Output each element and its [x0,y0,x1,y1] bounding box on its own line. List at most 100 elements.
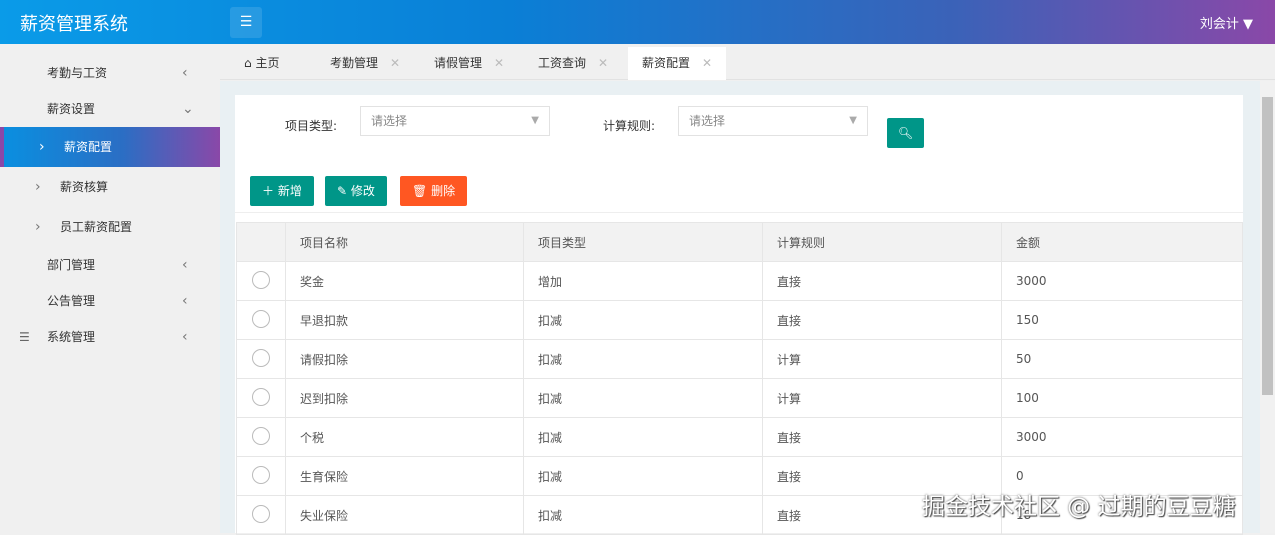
sidebar-item-salary-calc[interactable]: › 薪资核算 [0,167,220,207]
row-radio[interactable] [252,348,270,367]
label: 员工薪资配置 [60,220,133,234]
column-header: 计算规则 [762,222,1002,262]
row-radio[interactable] [252,309,270,328]
row-radio[interactable] [252,426,270,445]
table-row[interactable]: 奖金 增加 直接 3000 [236,261,1243,301]
divider [235,212,1243,213]
sidebar-item-attendance-salary[interactable]: 考勤与工资 ‹ [0,53,220,93]
label: 工资查询 [538,56,587,70]
search-icon: 🔍︎ [897,126,914,140]
table-cell: 扣减 [523,378,763,418]
column-header: 项目类型 [523,222,763,262]
sidebar: 考勤与工资 ‹ 薪资设置 ⌄ › 薪资配置 › 薪资核算 › 员工薪资配置 部门管理 ‹ 公… [0,44,220,533]
sidebar-item-salary-config[interactable]: › 薪资配置 [0,127,220,167]
row-radio-cell [236,339,286,379]
table-cell: 3000 [1001,417,1243,457]
search-button[interactable]: 🔍︎ [887,118,924,148]
label: 主页 [255,56,280,70]
chevron-left-icon: ‹ [182,65,188,81]
label: 薪资配置 [642,56,691,70]
row-radio-cell [236,261,286,301]
type-filter-label: 项目类型: [285,119,338,133]
row-radio-cell [236,378,286,418]
label: 公告管理 [47,294,96,308]
sidebar-item-salary-settings[interactable]: 薪资设置 ⌄ [0,89,220,129]
table-cell: 计算 [762,339,1002,379]
table-cell: 直接 [762,261,1002,301]
label: 修改 [350,184,375,198]
table-cell: 3000 [1001,261,1243,301]
row-radio[interactable] [252,387,270,406]
row-radio[interactable] [252,465,270,484]
table-cell: 生育保险 [285,456,524,496]
tab-leave[interactable]: 请假管理 ✕ [420,47,518,80]
row-radio[interactable] [252,270,270,289]
close-icon[interactable]: ✕ [494,56,504,70]
table-cell: 失业保险 [285,495,524,535]
table-cell: 扣减 [523,456,763,496]
table-cell: 扣减 [523,495,763,535]
add-button[interactable]: ＋ 新增 [250,176,314,206]
label: 考勤与工资 [47,66,108,80]
table-cell: 增加 [523,261,763,301]
sidebar-item-system[interactable]: ☰ 系统管理 ‹ [0,317,220,357]
chevron-right-icon: › [35,179,41,195]
table-cell: 扣减 [523,300,763,340]
table-cell: 扣减 [523,417,763,457]
table-cell: 直接 [762,300,1002,340]
table-cell: 150 [1001,300,1243,340]
user-menu[interactable]: 刘会计 ▼ [1200,13,1253,32]
tab-salary-config[interactable]: 薪资配置 ✕ [628,47,727,80]
close-icon[interactable]: ✕ [390,56,400,70]
pencil-icon: ✎ [337,184,348,198]
chevron-left-icon: ‹ [182,329,188,345]
chevron-right-icon: › [39,139,45,155]
label: 系统管理 [47,330,96,344]
table-cell: 计算 [762,378,1002,418]
tab-home[interactable]: ⌂ 主页 [230,47,293,80]
row-radio-cell [236,417,286,457]
user-name: 刘会计 [1199,17,1239,32]
label: 请假管理 [434,56,483,70]
caret-down-icon: ▼ [1243,17,1253,32]
sidebar-item-department[interactable]: 部门管理 ‹ [0,245,220,285]
caret-down-icon: ▼ [531,115,539,126]
app-title: 薪资管理系统 [20,14,128,35]
delete-button[interactable]: 🗑︎ 删除 [400,176,468,206]
placeholder: 请选择 [371,114,408,128]
table-row[interactable]: 迟到扣除 扣减 计算 100 [236,378,1243,418]
column-header: 金额 [1001,222,1243,262]
menu-toggle-icon[interactable]: ☰ [230,7,262,38]
table-cell: 100 [1001,378,1243,418]
sidebar-item-employee-salary-config[interactable]: › 员工薪资配置 [0,207,220,247]
edit-button[interactable]: ✎ 修改 [325,176,387,206]
list-icon: ☰ [19,330,30,344]
table-cell: 50 [1001,339,1243,379]
plus-icon: ＋ [262,184,275,198]
sidebar-item-notice[interactable]: 公告管理 ‹ [0,281,220,321]
row-radio[interactable] [252,504,270,523]
chevron-right-icon: › [35,219,41,235]
tab-bar: ⌂ 主页 考勤管理 ✕ 请假管理 ✕ 工资查询 ✕ 薪资配置 ✕ [220,44,1275,80]
table-row[interactable]: 请假扣除 扣减 计算 50 [236,339,1243,379]
top-header: 薪资管理系统 ☰ 刘会计 ▼ [0,0,1275,44]
label: 新增 [277,184,302,198]
type-select[interactable]: 请选择 ▼ [360,106,550,136]
table-row[interactable]: 早退扣款 扣减 直接 150 [236,300,1243,340]
label: 考勤管理 [330,56,379,70]
tab-salary-query[interactable]: 工资查询 ✕ [524,47,622,80]
table-cell: 扣减 [523,339,763,379]
table-cell: 直接 [762,417,1002,457]
close-icon[interactable]: ✕ [702,56,712,70]
caret-down-icon: ▼ [849,115,857,126]
scrollbar-thumb[interactable] [1262,97,1273,395]
rule-select[interactable]: 请选择 ▼ [678,106,868,136]
close-icon[interactable]: ✕ [598,56,608,70]
table-cell: 早退扣款 [285,300,524,340]
table-row[interactable]: 个税 扣减 直接 3000 [236,417,1243,457]
tab-attendance[interactable]: 考勤管理 ✕ [316,47,414,80]
placeholder: 请选择 [689,114,726,128]
column-header: 项目名称 [285,222,524,262]
label: 薪资设置 [47,102,96,116]
row-radio-cell [236,300,286,340]
